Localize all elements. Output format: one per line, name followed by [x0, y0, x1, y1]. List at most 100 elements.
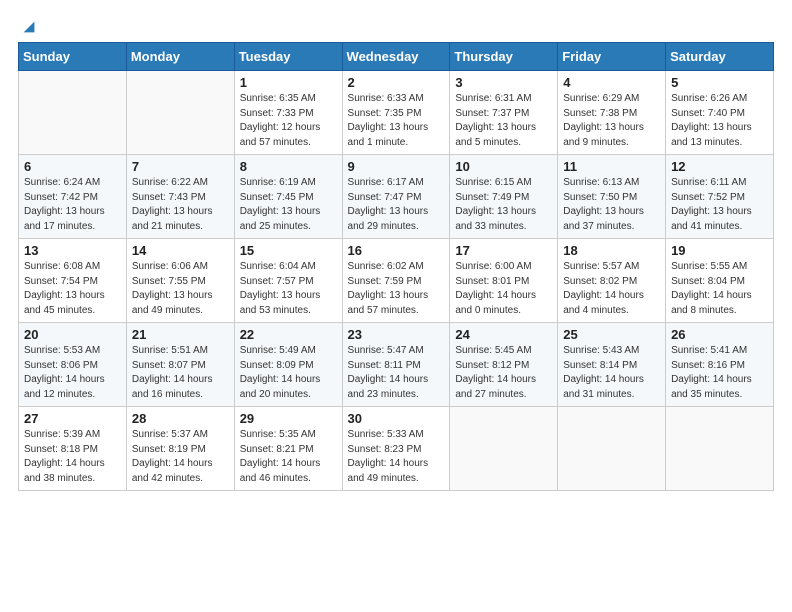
day-info: Sunrise: 6:13 AMSunset: 7:50 PMDaylight:… [563, 176, 660, 234]
day-number: 19 [671, 243, 768, 258]
day-info: Sunrise: 5:39 AMSunset: 8:18 PMDaylight:… [24, 428, 121, 486]
day-number: 24 [455, 327, 552, 342]
day-number: 17 [455, 243, 552, 258]
calendar-cell: 10 Sunrise: 6:15 AMSunset: 7:49 PMDayligh… [450, 155, 558, 239]
calendar-cell: 17 Sunrise: 6:00 AMSunset: 8:01 PMDayligh… [450, 239, 558, 323]
day-info: Sunrise: 5:33 AMSunset: 8:23 PMDaylight:… [348, 428, 445, 486]
day-number: 9 [348, 159, 445, 174]
day-number: 12 [671, 159, 768, 174]
calendar-cell: 16 Sunrise: 6:02 AMSunset: 7:59 PMDayligh… [342, 239, 450, 323]
calendar-cell: 5 Sunrise: 6:26 AMSunset: 7:40 PMDaylight… [666, 71, 774, 155]
day-info: Sunrise: 5:49 AMSunset: 8:09 PMDaylight:… [240, 344, 337, 402]
week-row-3: 13 Sunrise: 6:08 AMSunset: 7:54 PMDayligh… [19, 239, 774, 323]
calendar-cell [666, 407, 774, 491]
weekday-header-monday: Monday [126, 43, 234, 71]
week-row-5: 27 Sunrise: 5:39 AMSunset: 8:18 PMDayligh… [19, 407, 774, 491]
day-number: 27 [24, 411, 121, 426]
logo [18, 18, 38, 34]
calendar-cell: 3Sunrise: 6:31 AMSunset: 7:37 PMDaylight… [450, 71, 558, 155]
day-info: Sunrise: 5:47 AMSunset: 8:11 PMDaylight:… [348, 344, 445, 402]
day-number: 28 [132, 411, 229, 426]
day-number: 13 [24, 243, 121, 258]
calendar-cell [450, 407, 558, 491]
day-info: Sunrise: 5:57 AMSunset: 8:02 PMDaylight:… [563, 260, 660, 318]
calendar-cell: 11Sunrise: 6:13 AMSunset: 7:50 PMDayligh… [558, 155, 666, 239]
day-number: 29 [240, 411, 337, 426]
day-info: Sunrise: 6:35 AMSunset: 7:33 PMDaylight:… [240, 92, 337, 150]
day-number: 2 [348, 75, 445, 90]
day-info: Sunrise: 5:51 AMSunset: 8:07 PMDaylight:… [132, 344, 229, 402]
calendar-cell: 12 Sunrise: 6:11 AMSunset: 7:52 PMDayligh… [666, 155, 774, 239]
day-number: 14 [132, 243, 229, 258]
calendar-cell: 4 Sunrise: 6:29 AMSunset: 7:38 PMDaylight… [558, 71, 666, 155]
day-number: 22 [240, 327, 337, 342]
calendar-cell: 25 Sunrise: 5:43 AMSunset: 8:14 PMDayligh… [558, 323, 666, 407]
calendar-cell: 27 Sunrise: 5:39 AMSunset: 8:18 PMDayligh… [19, 407, 127, 491]
weekday-header-friday: Friday [558, 43, 666, 71]
calendar-cell [126, 71, 234, 155]
day-info: Sunrise: 5:53 AMSunset: 8:06 PMDaylight:… [24, 344, 121, 402]
page: SundayMondayTuesdayWednesdayThursdayFrid… [0, 0, 792, 501]
header [18, 18, 774, 34]
weekday-header-wednesday: Wednesday [342, 43, 450, 71]
day-number: 20 [24, 327, 121, 342]
day-info: Sunrise: 5:43 AMSunset: 8:14 PMDaylight:… [563, 344, 660, 402]
calendar-cell [19, 71, 127, 155]
calendar-cell: 18Sunrise: 5:57 AMSunset: 8:02 PMDayligh… [558, 239, 666, 323]
weekday-header-sunday: Sunday [19, 43, 127, 71]
day-info: Sunrise: 5:45 AMSunset: 8:12 PMDaylight:… [455, 344, 552, 402]
day-info: Sunrise: 6:04 AMSunset: 7:57 PMDaylight:… [240, 260, 337, 318]
calendar-cell: 28 Sunrise: 5:37 AMSunset: 8:19 PMDayligh… [126, 407, 234, 491]
calendar-cell: 24 Sunrise: 5:45 AMSunset: 8:12 PMDayligh… [450, 323, 558, 407]
day-number: 30 [348, 411, 445, 426]
weekday-header-saturday: Saturday [666, 43, 774, 71]
day-info: Sunrise: 6:33 AMSunset: 7:35 PMDaylight:… [348, 92, 445, 150]
week-row-4: 20 Sunrise: 5:53 AMSunset: 8:06 PMDayligh… [19, 323, 774, 407]
weekday-header-row: SundayMondayTuesdayWednesdayThursdayFrid… [19, 43, 774, 71]
day-info: Sunrise: 6:24 AMSunset: 7:42 PMDaylight:… [24, 176, 121, 234]
logo-triangle-icon [20, 18, 38, 36]
day-info: Sunrise: 6:26 AMSunset: 7:40 PMDaylight:… [671, 92, 768, 150]
calendar-cell: 7Sunrise: 6:22 AMSunset: 7:43 PMDaylight… [126, 155, 234, 239]
day-info: Sunrise: 5:37 AMSunset: 8:19 PMDaylight:… [132, 428, 229, 486]
calendar-cell: 23Sunrise: 5:47 AMSunset: 8:11 PMDayligh… [342, 323, 450, 407]
calendar-cell: 8 Sunrise: 6:19 AMSunset: 7:45 PMDaylight… [234, 155, 342, 239]
day-number: 8 [240, 159, 337, 174]
calendar-cell: 14 Sunrise: 6:06 AMSunset: 7:55 PMDayligh… [126, 239, 234, 323]
day-info: Sunrise: 5:41 AMSunset: 8:16 PMDaylight:… [671, 344, 768, 402]
calendar-cell: 2 Sunrise: 6:33 AMSunset: 7:35 PMDaylight… [342, 71, 450, 155]
calendar-cell: 20 Sunrise: 5:53 AMSunset: 8:06 PMDayligh… [19, 323, 127, 407]
day-info: Sunrise: 6:00 AMSunset: 8:01 PMDaylight:… [455, 260, 552, 318]
day-number: 5 [671, 75, 768, 90]
calendar-cell: 6 Sunrise: 6:24 AMSunset: 7:42 PMDaylight… [19, 155, 127, 239]
day-info: Sunrise: 5:55 AMSunset: 8:04 PMDaylight:… [671, 260, 768, 318]
week-row-1: 1 Sunrise: 6:35 AMSunset: 7:33 PMDaylight… [19, 71, 774, 155]
weekday-header-thursday: Thursday [450, 43, 558, 71]
calendar: SundayMondayTuesdayWednesdayThursdayFrid… [18, 42, 774, 491]
day-number: 7 [132, 159, 229, 174]
calendar-cell [558, 407, 666, 491]
calendar-cell: 13 Sunrise: 6:08 AMSunset: 7:54 PMDayligh… [19, 239, 127, 323]
day-number: 25 [563, 327, 660, 342]
day-info: Sunrise: 6:15 AMSunset: 7:49 PMDaylight:… [455, 176, 552, 234]
day-number: 1 [240, 75, 337, 90]
calendar-cell: 1 Sunrise: 6:35 AMSunset: 7:33 PMDaylight… [234, 71, 342, 155]
day-number: 10 [455, 159, 552, 174]
day-info: Sunrise: 6:29 AMSunset: 7:38 PMDaylight:… [563, 92, 660, 150]
calendar-cell: 22 Sunrise: 5:49 AMSunset: 8:09 PMDayligh… [234, 323, 342, 407]
day-info: Sunrise: 6:11 AMSunset: 7:52 PMDaylight:… [671, 176, 768, 234]
week-row-2: 6 Sunrise: 6:24 AMSunset: 7:42 PMDaylight… [19, 155, 774, 239]
day-number: 4 [563, 75, 660, 90]
day-info: Sunrise: 6:08 AMSunset: 7:54 PMDaylight:… [24, 260, 121, 318]
day-info: Sunrise: 6:06 AMSunset: 7:55 PMDaylight:… [132, 260, 229, 318]
weekday-header-tuesday: Tuesday [234, 43, 342, 71]
calendar-cell: 26Sunrise: 5:41 AMSunset: 8:16 PMDayligh… [666, 323, 774, 407]
day-number: 15 [240, 243, 337, 258]
day-number: 21 [132, 327, 229, 342]
day-number: 16 [348, 243, 445, 258]
day-info: Sunrise: 5:35 AMSunset: 8:21 PMDaylight:… [240, 428, 337, 486]
day-number: 6 [24, 159, 121, 174]
day-info: Sunrise: 6:02 AMSunset: 7:59 PMDaylight:… [348, 260, 445, 318]
calendar-cell: 30 Sunrise: 5:33 AMSunset: 8:23 PMDayligh… [342, 407, 450, 491]
day-info: Sunrise: 6:19 AMSunset: 7:45 PMDaylight:… [240, 176, 337, 234]
